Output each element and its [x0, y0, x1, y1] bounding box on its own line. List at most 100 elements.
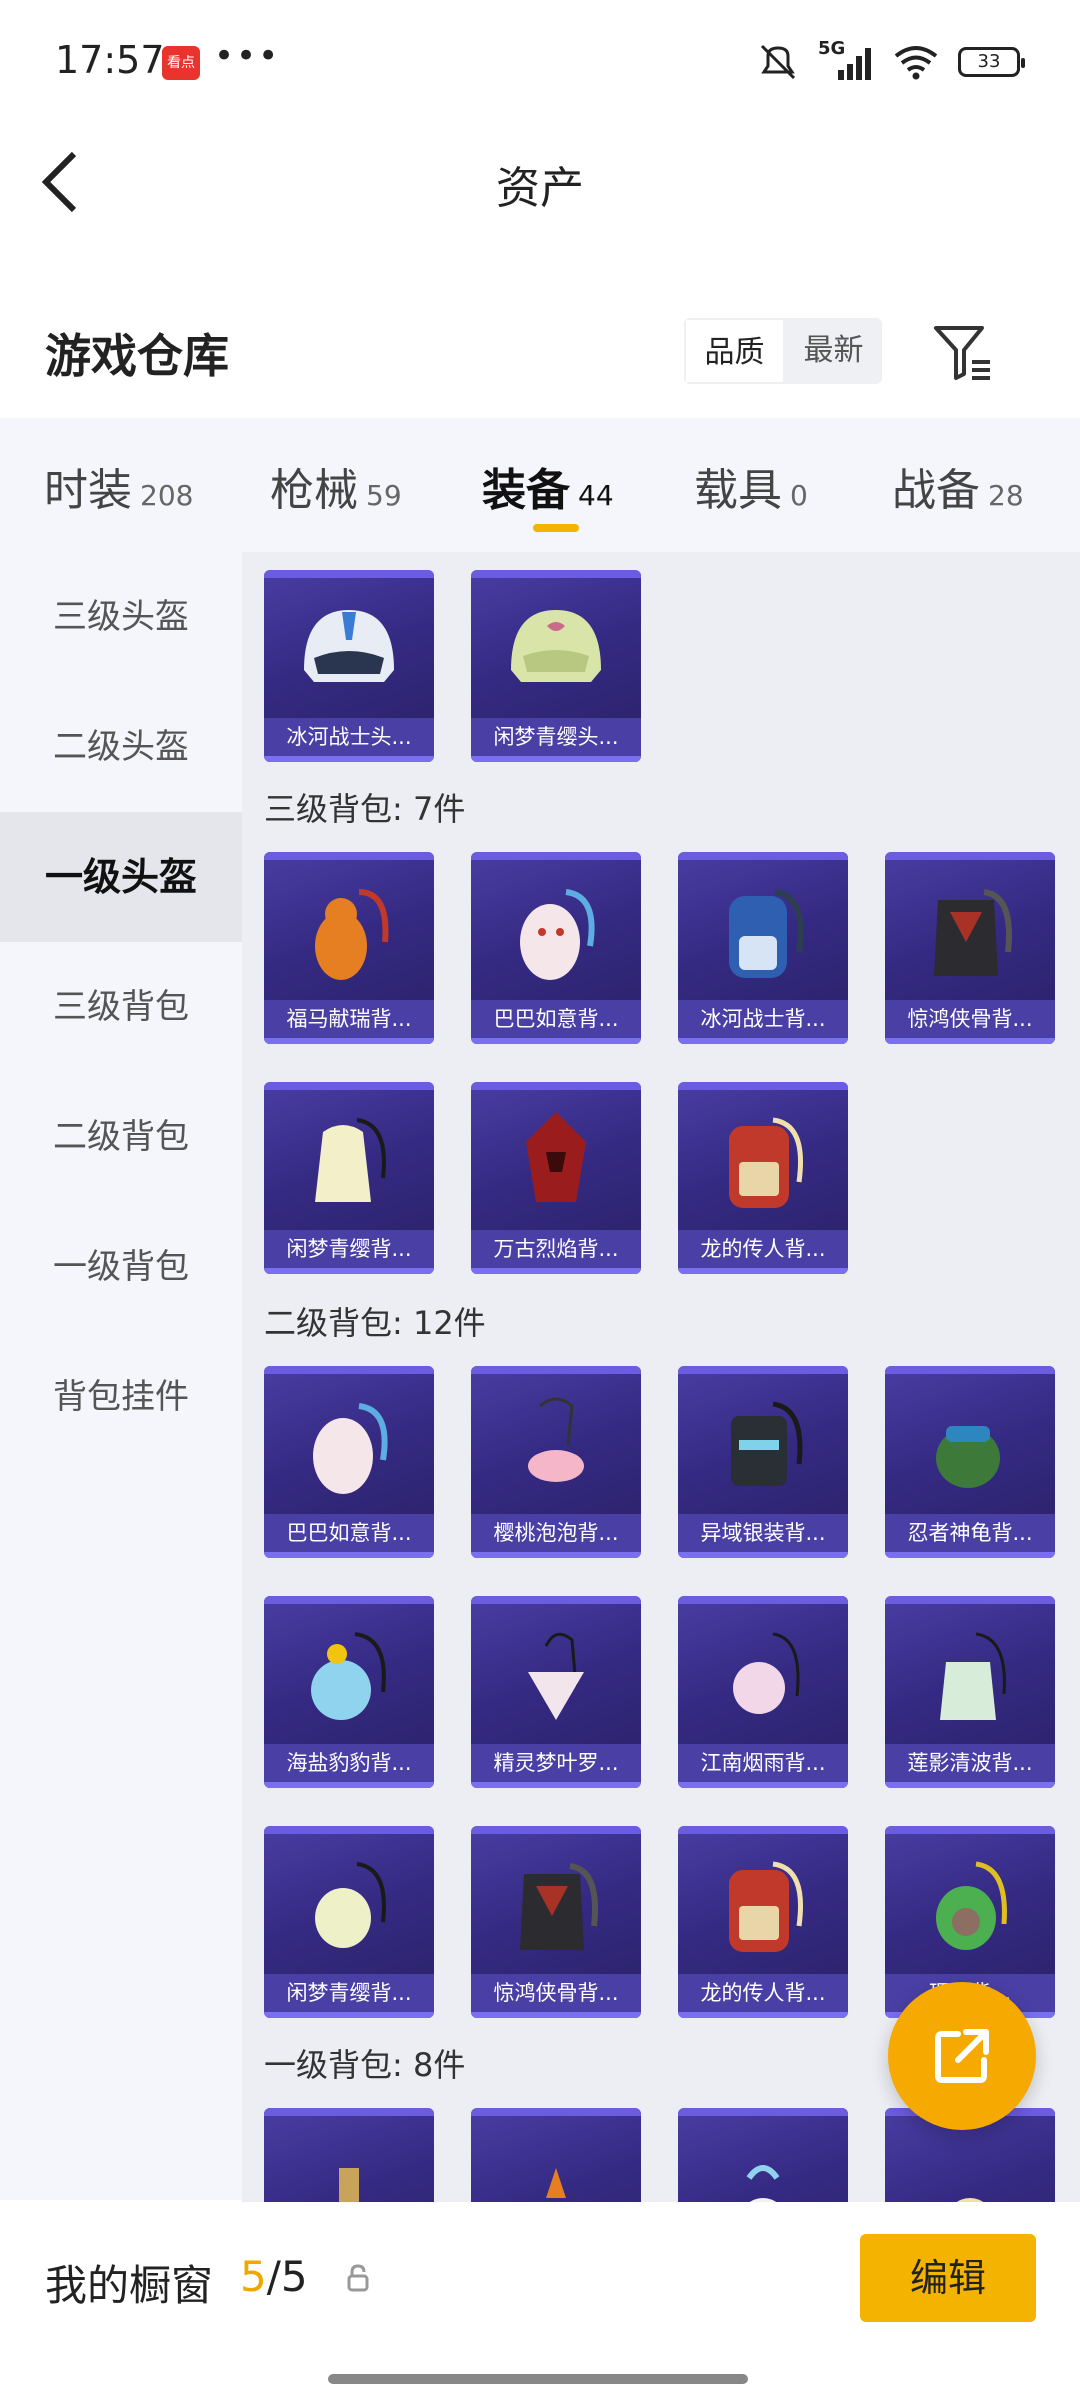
tab-label: 战备: [892, 465, 980, 516]
item-card[interactable]: 冰河战士头...: [264, 570, 434, 762]
sidebar-item-backpack-lvl3[interactable]: 三级背包: [0, 942, 242, 1072]
home-indicator[interactable]: [328, 2374, 748, 2384]
share-icon: [935, 2029, 989, 2083]
sidebar-item-helmet-lvl2[interactable]: 二级头盔: [0, 682, 242, 812]
tab-equipment[interactable]: 装备 44: [482, 454, 614, 516]
item-card[interactable]: 精灵梦叶罗...: [471, 1596, 641, 1788]
backpack-icon: [885, 2118, 1055, 2202]
tab-label: 时装: [44, 465, 132, 516]
item-name: 巴巴如意背...: [471, 1000, 641, 1038]
status-bar: 17:57 看点 ••• 5G 33: [0, 0, 1080, 130]
showcase-label: 我的橱窗: [45, 2261, 214, 2310]
item-name: 樱桃泡泡背...: [471, 1514, 641, 1552]
backpack-icon: [678, 1606, 848, 1746]
backpack-icon: [471, 2118, 641, 2202]
signal-icon: 5G: [818, 38, 874, 82]
item-name: 闲梦青缨背...: [264, 1230, 434, 1268]
sidebar-item-backpack-lvl1[interactable]: 一级背包: [0, 1202, 242, 1332]
item-name: 忍者神龟背...: [885, 1514, 1055, 1552]
item-name: 闲梦青缨头...: [471, 718, 641, 756]
tab-label: 枪械: [270, 465, 358, 516]
item-card[interactable]: 忍者神龟背...: [885, 1366, 1055, 1558]
item-card[interactable]: 冰河战士背...: [678, 852, 848, 1044]
showcase-used: 5: [240, 2252, 267, 2301]
section-title-backpack-lvl1: 一级背包: 8件: [264, 2046, 466, 2084]
item-card[interactable]: 巴巴如意背...: [471, 852, 641, 1044]
item-name: 惊鸿侠骨背...: [471, 1974, 641, 2012]
item-name: 异域银装背...: [678, 1514, 848, 1552]
tab-vehicles[interactable]: 载具 0: [694, 454, 808, 516]
backpack-icon: [678, 862, 848, 1002]
backpack-icon: [885, 1376, 1055, 1516]
backpack-icon: [885, 1836, 1055, 1976]
item-card[interactable]: 莲影清波背...: [885, 1596, 1055, 1788]
backpack-icon: [678, 2118, 848, 2202]
backpack-icon: [471, 1092, 641, 1232]
item-name: 龙的传人背...: [678, 1230, 848, 1268]
tab-count: 0: [790, 479, 808, 512]
tab-supplies[interactable]: 战备 28: [892, 454, 1024, 516]
item-card[interactable]: 江南烟雨背...: [678, 1596, 848, 1788]
backpack-icon: [471, 1606, 641, 1746]
item-card[interactable]: 龙的传人背...: [678, 1082, 848, 1274]
lock-icon: [347, 2264, 369, 2292]
sidebar-item-backpack-charm[interactable]: 背包挂件: [0, 1332, 242, 1462]
item-name: 惊鸿侠骨背...: [885, 1000, 1055, 1038]
item-card[interactable]: 海盐豹豹背...: [264, 1596, 434, 1788]
item-card[interactable]: [264, 2108, 434, 2202]
item-name: 江南烟雨背...: [678, 1744, 848, 1782]
tab-count: 28: [988, 479, 1024, 512]
sort-quality-button[interactable]: 品质: [684, 318, 785, 384]
filter-icon: [934, 326, 990, 380]
helmet-icon: [264, 580, 434, 720]
section-title-backpack-lvl2: 二级背包: 12件: [264, 1304, 486, 1342]
backpack-icon: [678, 1092, 848, 1232]
item-card[interactable]: 龙的传人背...: [678, 1826, 848, 2018]
category-tab-bar: 时装 208 枪械 59 装备 44 载具 0 战备 28: [0, 418, 1080, 552]
item-card[interactable]: 万古烈焰背...: [471, 1082, 641, 1274]
item-card[interactable]: 异域银装背...: [678, 1366, 848, 1558]
item-name: 福马献瑞背...: [264, 1000, 434, 1038]
repo-header: 游戏仓库 品质 最新: [0, 300, 1080, 410]
item-card[interactable]: 惊鸿侠骨背...: [471, 1826, 641, 2018]
sidebar-item-helmet-lvl1[interactable]: 一级头盔: [0, 812, 242, 942]
tab-count: 208: [140, 479, 194, 512]
item-card[interactable]: 惊鸿侠骨背...: [885, 852, 1055, 1044]
backpack-icon: [264, 1606, 434, 1746]
item-name: 巴巴如意背...: [264, 1514, 434, 1552]
sort-toggle: 品质 最新: [684, 318, 882, 384]
item-name: 龙的传人背...: [678, 1974, 848, 2012]
sort-newest-button[interactable]: 最新: [785, 318, 882, 384]
backpack-icon: [885, 1606, 1055, 1746]
tab-count: 44: [578, 479, 614, 512]
tab-firearms[interactable]: 枪械 59: [270, 454, 402, 516]
share-button[interactable]: [888, 1982, 1036, 2130]
item-card[interactable]: [678, 2108, 848, 2202]
repo-title: 游戏仓库: [45, 329, 229, 383]
item-card[interactable]: 巴巴如意背...: [264, 1366, 434, 1558]
sidebar-item-backpack-lvl2[interactable]: 二级背包: [0, 1072, 242, 1202]
section-title-backpack-lvl3: 三级背包: 7件: [264, 790, 466, 828]
item-card[interactable]: 闲梦青缨背...: [264, 1826, 434, 2018]
item-card[interactable]: 樱桃泡泡背...: [471, 1366, 641, 1558]
item-card[interactable]: 闲梦青缨背...: [264, 1082, 434, 1274]
more-notifications-icon: •••: [214, 36, 281, 76]
edit-button[interactable]: 编辑: [860, 2234, 1036, 2322]
item-card[interactable]: 闲梦青缨头...: [471, 570, 641, 762]
showcase-bar: 我的橱窗 5/5 编辑: [0, 2202, 1080, 2400]
page-title: 资产: [496, 163, 584, 214]
backpack-icon: [471, 862, 641, 1002]
app-notification-icon: 看点: [162, 46, 200, 80]
active-tab-indicator: [533, 524, 579, 532]
backpack-icon: [264, 1376, 434, 1516]
item-card[interactable]: 福马献瑞背...: [264, 852, 434, 1044]
tab-fashion[interactable]: 时装 208: [44, 454, 194, 516]
item-name: 万古烈焰背...: [471, 1230, 641, 1268]
showcase-count: 5/5: [240, 2252, 308, 2301]
backpack-icon: [264, 2118, 434, 2202]
item-card[interactable]: [471, 2108, 641, 2202]
item-name: 闲梦青缨背...: [264, 1974, 434, 2012]
sidebar-item-helmet-lvl3[interactable]: 三级头盔: [0, 552, 242, 682]
item-name: 冰河战士背...: [678, 1000, 848, 1038]
filter-button[interactable]: [930, 320, 996, 386]
